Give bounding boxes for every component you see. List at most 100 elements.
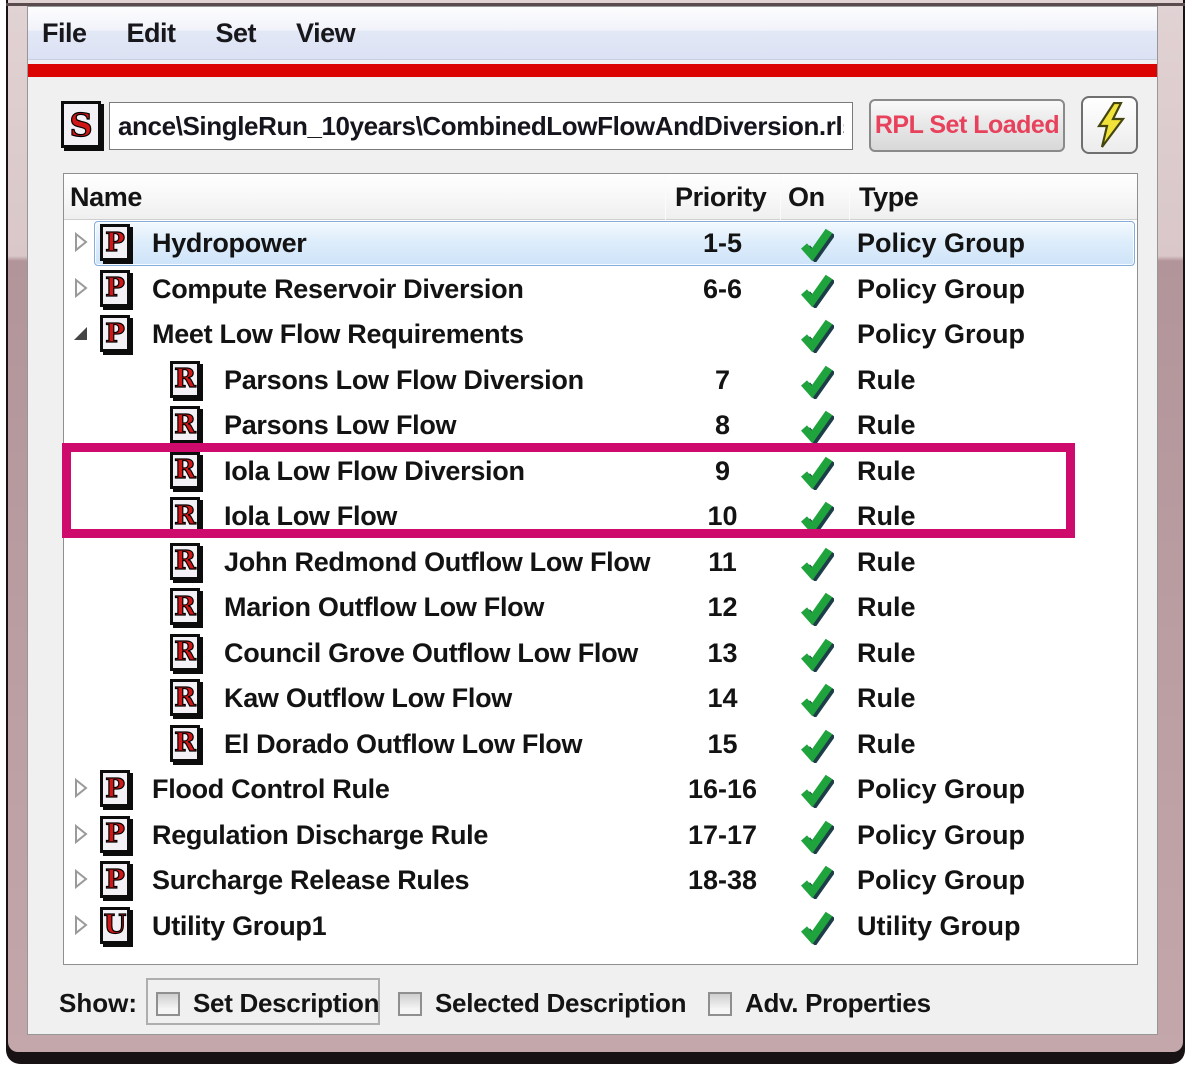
column-divider [665, 174, 666, 220]
on-check-icon[interactable] [780, 861, 849, 904]
on-check-icon[interactable] [780, 907, 849, 950]
on-check-icon[interactable] [780, 634, 849, 677]
policy-group-icon: P [100, 270, 130, 307]
tree-row[interactable]: PFlood Control Rule16-16Policy Group [64, 766, 1137, 812]
expand-arrow-icon[interactable] [72, 231, 92, 255]
menu-set[interactable]: Set [196, 18, 277, 49]
rule-icon: R [170, 725, 200, 762]
tree-row[interactable]: R Parsons Low Flow Diversion 7 Rule [64, 357, 1137, 403]
row-name-label: Hydropower [152, 228, 307, 259]
tree-row[interactable]: RKaw Outflow Low Flow14Rule [64, 675, 1137, 721]
row-type-label: Policy Group [857, 820, 1025, 851]
show-label: Show: [59, 988, 137, 1019]
column-header-name[interactable]: Name [70, 182, 142, 213]
rule-icon: R [170, 543, 200, 580]
execute-button[interactable] [1081, 96, 1138, 154]
row-name-label: Compute Reservoir Diversion [152, 274, 524, 305]
on-check-icon[interactable] [780, 543, 849, 586]
tree-row[interactable]: RMarion Outflow Low Flow12Rule [64, 584, 1137, 630]
row-type-label: Rule [857, 729, 916, 760]
set-description-checkbox[interactable]: Set Description [156, 988, 379, 1019]
column-header-type[interactable]: Type [859, 182, 918, 213]
rule-icon: R [170, 588, 200, 625]
row-priority-value: 14 [665, 683, 780, 714]
tree-row[interactable]: PSurcharge Release Rules18-38Policy Grou… [64, 857, 1137, 903]
on-check-icon[interactable] [780, 816, 849, 859]
rpl-set-editor-window: File Edit Set View S RPL Set Loaded Name… [0, 0, 1200, 1070]
column-header-on[interactable]: On [788, 182, 825, 213]
checkbox-icon[interactable] [156, 992, 180, 1016]
rule-icon: R [170, 679, 200, 716]
row-type-label: Rule [857, 547, 916, 578]
row-priority-value: 17-17 [665, 820, 780, 851]
tree-row[interactable]: RParsons Low Flow8Rule [64, 402, 1137, 448]
tree-row[interactable]: RCouncil Grove Outflow Low Flow13Rule [64, 630, 1137, 676]
menu-bar: File Edit Set View [28, 7, 1157, 60]
row-priority-value: 7 [665, 365, 780, 396]
row-name-label: El Dorado Outflow Low Flow [224, 729, 582, 760]
menu-edit[interactable]: Edit [107, 18, 196, 49]
on-check-icon[interactable] [780, 270, 849, 313]
tree-row[interactable]: UUtility Group1Utility Group [64, 903, 1137, 949]
expand-arrow-icon[interactable] [72, 914, 92, 938]
on-check-icon[interactable] [780, 315, 849, 358]
row-name-label: John Redmond Outflow Low Flow [224, 547, 650, 578]
checkbox-icon[interactable] [398, 992, 422, 1016]
row-name-label: Council Grove Outflow Low Flow [224, 638, 638, 669]
menu-view[interactable]: View [276, 18, 375, 49]
row-priority-value: 15 [665, 729, 780, 760]
expand-arrow-icon[interactable] [72, 868, 92, 892]
row-type-label: Rule [857, 365, 916, 396]
rpl-set-loaded-button[interactable]: RPL Set Loaded [869, 99, 1065, 152]
tree-row[interactable]: R El Dorado Outflow Low Flow 15 Rule [64, 721, 1137, 767]
row-name-label: Surcharge Release Rules [152, 865, 469, 896]
on-check-icon[interactable] [780, 725, 849, 768]
rule-icon: R [170, 406, 200, 443]
expand-arrow-icon[interactable] [72, 823, 92, 847]
on-check-icon[interactable] [780, 588, 849, 631]
on-check-icon[interactable] [780, 224, 849, 267]
annotation-highlight-rectangle [62, 443, 1075, 538]
collapse-arrow-icon[interactable] [72, 322, 92, 346]
row-type-label: Rule [857, 410, 916, 441]
row-name-label: Marion Outflow Low Flow [224, 592, 544, 623]
menu-file[interactable]: File [40, 18, 107, 49]
row-priority-value: 13 [665, 638, 780, 669]
tree-row[interactable]: PCompute Reservoir Diversion6-6Policy Gr… [64, 266, 1137, 312]
set-file-path-input[interactable] [109, 102, 853, 150]
column-divider [849, 174, 850, 220]
table-header: Name Priority On Type [64, 174, 1137, 220]
rule-icon: R [170, 361, 200, 398]
checkbox-label: Adv. Properties [745, 988, 931, 1019]
row-priority-value: 6-6 [665, 274, 780, 305]
row-name-label: Flood Control Rule [152, 774, 390, 805]
row-type-label: Policy Group [857, 865, 1025, 896]
tree-row[interactable]: PRegulation Discharge Rule17-17Policy Gr… [64, 812, 1137, 858]
on-check-icon[interactable] [780, 679, 849, 722]
policy-group-icon: P [100, 315, 130, 352]
expand-arrow-icon[interactable] [72, 277, 92, 301]
selected-description-checkbox[interactable]: Selected Description [398, 988, 686, 1019]
row-type-label: Rule [857, 592, 916, 623]
checkbox-label: Set Description [193, 988, 379, 1019]
rule-set-tree-table: Name Priority On Type PHydropower1-5Poli… [63, 173, 1138, 965]
policy-group-icon: P [100, 861, 130, 898]
row-name-label: Regulation Discharge Rule [152, 820, 488, 851]
on-check-icon[interactable] [780, 361, 849, 404]
row-type-label: Policy Group [857, 774, 1025, 805]
adv-properties-checkbox[interactable]: Adv. Properties [708, 988, 931, 1019]
row-name-label: Parsons Low Flow Diversion [224, 365, 584, 396]
column-header-priority[interactable]: Priority [675, 182, 766, 213]
checkbox-label: Selected Description [435, 988, 686, 1019]
red-accent-bar [28, 64, 1157, 77]
on-check-icon[interactable] [780, 770, 849, 813]
tree-row[interactable]: R John Redmond Outflow Low Flow 11 Rule [64, 539, 1137, 585]
tree-row[interactable]: PHydropower1-5Policy Group [64, 220, 1137, 266]
rpl-set-icon: S [61, 101, 101, 148]
row-type-label: Utility Group [857, 911, 1021, 942]
column-divider [780, 174, 781, 220]
expand-arrow-icon[interactable] [72, 777, 92, 801]
checkbox-icon[interactable] [708, 992, 732, 1016]
tree-row[interactable]: PMeet Low Flow RequirementsPolicy Group [64, 311, 1137, 357]
row-priority-value: 11 [665, 547, 780, 578]
